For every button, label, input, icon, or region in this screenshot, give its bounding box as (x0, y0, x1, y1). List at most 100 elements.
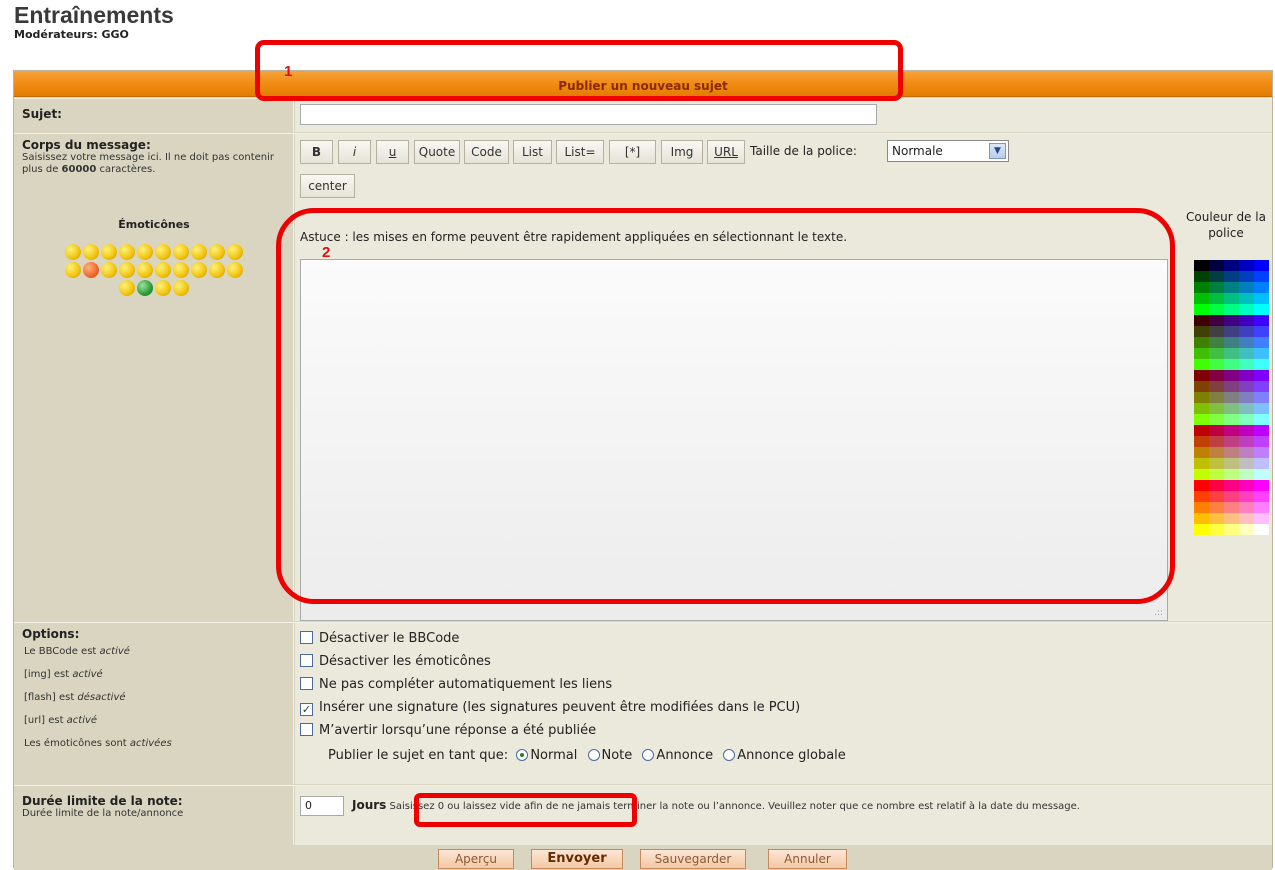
color-swatch[interactable] (1239, 315, 1254, 326)
color-swatch[interactable] (1254, 447, 1269, 458)
color-swatch[interactable] (1209, 392, 1224, 403)
color-swatch[interactable] (1239, 359, 1254, 370)
color-swatch[interactable] (1209, 348, 1224, 359)
color-swatch[interactable] (1224, 414, 1239, 425)
color-swatch[interactable] (1194, 480, 1209, 491)
color-swatch[interactable] (1254, 458, 1269, 469)
preview-button[interactable]: Aperçu (438, 849, 514, 869)
color-swatch[interactable] (1194, 282, 1209, 293)
subject-input[interactable] (300, 104, 877, 125)
color-swatch[interactable] (1209, 282, 1224, 293)
color-swatch[interactable] (1194, 447, 1209, 458)
color-swatch[interactable] (1194, 502, 1209, 513)
color-swatch[interactable] (1209, 260, 1224, 271)
color-swatch[interactable] (1254, 403, 1269, 414)
emoticon-icon[interactable] (227, 244, 243, 260)
color-swatch[interactable] (1209, 458, 1224, 469)
color-swatch[interactable] (1209, 436, 1224, 447)
color-swatch[interactable] (1194, 491, 1209, 502)
color-swatch[interactable] (1224, 524, 1239, 535)
color-swatch[interactable] (1254, 359, 1269, 370)
emoticon-icon[interactable] (119, 262, 135, 278)
color-swatch[interactable] (1239, 282, 1254, 293)
color-swatch[interactable] (1254, 282, 1269, 293)
color-swatch[interactable] (1254, 469, 1269, 480)
color-swatch[interactable] (1239, 480, 1254, 491)
color-swatch[interactable] (1224, 348, 1239, 359)
color-swatch[interactable] (1224, 370, 1239, 381)
attach-signature-checkbox[interactable]: ✓ (300, 703, 313, 716)
color-swatch[interactable] (1194, 469, 1209, 480)
color-swatch[interactable] (1239, 326, 1254, 337)
color-swatch[interactable] (1209, 524, 1224, 535)
color-swatch[interactable] (1209, 491, 1224, 502)
radio-label[interactable]: Annonce (656, 748, 713, 763)
emoticon-icon[interactable] (209, 262, 225, 278)
color-swatch[interactable] (1194, 315, 1209, 326)
color-swatch[interactable] (1254, 337, 1269, 348)
post-type-announce-radio[interactable] (642, 749, 655, 761)
color-swatch[interactable] (1239, 524, 1254, 535)
no-autolink-option[interactable]: Ne pas compléter automatiquement les lie… (300, 677, 612, 692)
color-swatch[interactable] (1224, 359, 1239, 370)
color-swatch[interactable] (1194, 370, 1209, 381)
color-swatch[interactable] (1194, 458, 1209, 469)
color-swatch[interactable] (1224, 282, 1239, 293)
color-swatch[interactable] (1224, 425, 1239, 436)
color-swatch[interactable] (1209, 502, 1224, 513)
color-swatch[interactable] (1224, 271, 1239, 282)
color-swatch[interactable] (1194, 436, 1209, 447)
color-swatch[interactable] (1239, 370, 1254, 381)
underline-button[interactable]: u (376, 140, 409, 164)
color-swatch[interactable] (1239, 304, 1254, 315)
color-swatch[interactable] (1194, 524, 1209, 535)
emoticon-icon[interactable] (209, 244, 225, 260)
radio-label[interactable]: Annonce globale (737, 748, 846, 763)
color-swatch[interactable] (1224, 458, 1239, 469)
color-swatch[interactable] (1194, 381, 1209, 392)
color-swatch[interactable] (1209, 337, 1224, 348)
list-button[interactable]: List (513, 140, 552, 164)
color-swatch[interactable] (1254, 348, 1269, 359)
color-swatch[interactable] (1254, 491, 1269, 502)
url-button[interactable]: URL (707, 140, 745, 164)
color-swatch[interactable] (1194, 304, 1209, 315)
emoticon-icon[interactable] (227, 262, 243, 278)
color-swatch[interactable] (1239, 381, 1254, 392)
emoticon-icon[interactable] (101, 244, 117, 260)
color-swatch[interactable] (1254, 392, 1269, 403)
post-type-normal-radio[interactable] (516, 749, 529, 761)
color-swatch[interactable] (1209, 414, 1224, 425)
color-swatch[interactable] (1224, 469, 1239, 480)
emoticon-icon[interactable] (155, 244, 171, 260)
color-swatch[interactable] (1209, 381, 1224, 392)
color-swatch[interactable] (1254, 326, 1269, 337)
font-size-select[interactable]: Normale ▼ (887, 140, 1009, 162)
color-swatch[interactable] (1209, 480, 1224, 491)
emoticon-icon[interactable] (65, 262, 81, 278)
color-swatch[interactable] (1239, 469, 1254, 480)
color-swatch[interactable] (1194, 403, 1209, 414)
color-swatch[interactable] (1209, 370, 1224, 381)
moderator-link[interactable]: GGO (101, 28, 128, 41)
color-swatch[interactable] (1239, 392, 1254, 403)
color-swatch[interactable] (1224, 502, 1239, 513)
quote-button[interactable]: Quote (414, 140, 460, 164)
color-swatch[interactable] (1209, 359, 1224, 370)
emoticon-icon[interactable] (119, 244, 135, 260)
color-swatch[interactable] (1239, 447, 1254, 458)
center-button[interactable]: center (300, 174, 355, 198)
color-swatch[interactable] (1224, 315, 1239, 326)
color-swatch[interactable] (1224, 337, 1239, 348)
emoticon-icon[interactable] (137, 244, 153, 260)
ordered-list-button[interactable]: List= (556, 140, 604, 164)
color-swatch[interactable] (1254, 370, 1269, 381)
color-swatch[interactable] (1239, 491, 1254, 502)
radio-label[interactable]: Note (602, 748, 633, 763)
color-swatch[interactable] (1239, 348, 1254, 359)
duration-input[interactable]: 0 (300, 796, 344, 816)
emoticon-icon[interactable] (155, 262, 171, 278)
color-swatch[interactable] (1224, 304, 1239, 315)
emoticon-icon[interactable] (101, 262, 117, 278)
color-swatch[interactable] (1209, 304, 1224, 315)
